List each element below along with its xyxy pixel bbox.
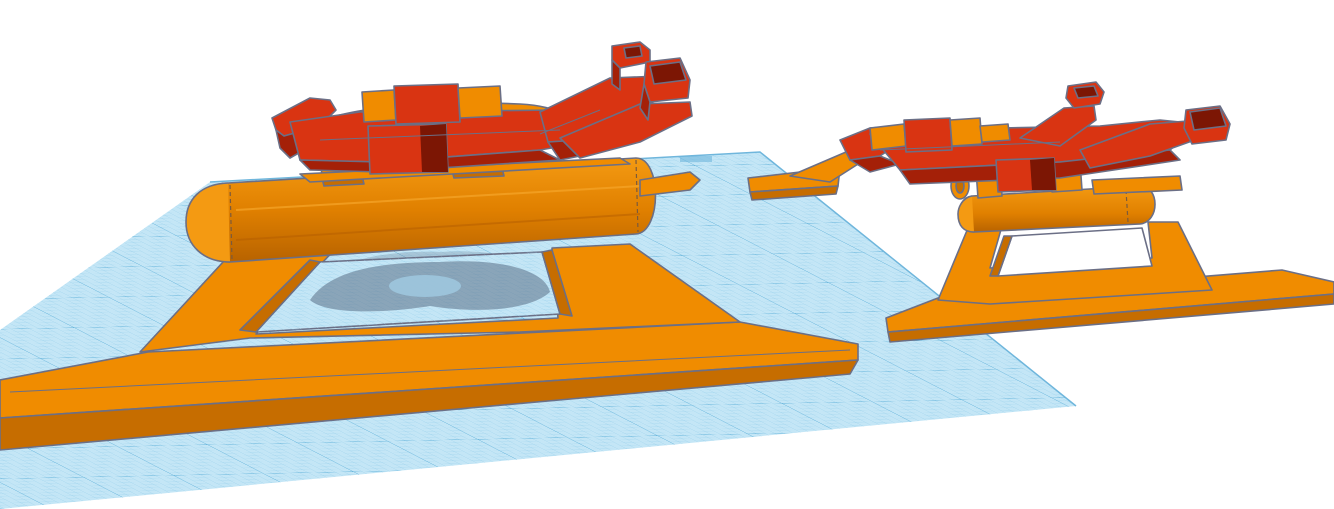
workplane-ruler-marker: [680, 156, 712, 162]
small-ship[interactable]: [839, 81, 1231, 193]
scene-canvas[interactable]: [0, 0, 1334, 509]
large-ship[interactable]: [271, 41, 693, 175]
3d-viewport[interactable]: [0, 0, 1334, 509]
